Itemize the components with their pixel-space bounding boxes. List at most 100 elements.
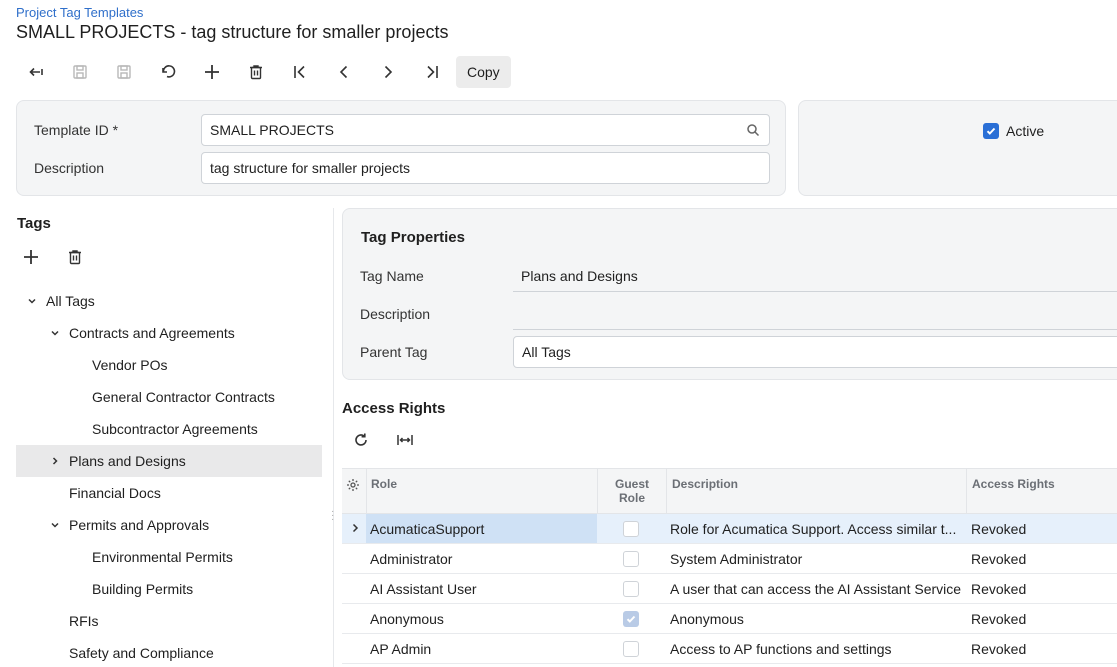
chevron-down-icon[interactable] — [26, 295, 38, 307]
role-cell[interactable]: AI Assistant User — [370, 581, 595, 597]
search-icon[interactable] — [746, 123, 760, 137]
previous-record-button[interactable] — [322, 56, 366, 88]
access-rights-cell[interactable]: Revoked — [971, 521, 1111, 537]
save-button[interactable] — [58, 56, 102, 88]
guest-role-checkbox[interactable] — [623, 611, 639, 627]
main-toolbar: Copy — [14, 56, 511, 88]
undo-button[interactable] — [146, 56, 190, 88]
add-tag-button[interactable] — [22, 246, 66, 268]
tag-properties-title: Tag Properties — [361, 229, 465, 246]
tree-item[interactable]: Environmental Permits — [16, 541, 322, 573]
tree-item[interactable]: Safety and Compliance — [16, 637, 322, 667]
next-record-button[interactable] — [366, 56, 410, 88]
tag-name-field[interactable]: Plans and Designs — [513, 260, 1117, 292]
settings-gear-icon[interactable] — [346, 478, 360, 492]
table-row[interactable]: Anonymous Anonymous Revoked — [342, 604, 1117, 634]
template-id-value: SMALL PROJECTS — [210, 122, 334, 138]
checkmark-icon — [986, 127, 996, 135]
tree-item[interactable]: Contracts and Agreements — [16, 317, 322, 349]
tags-toolbar — [22, 246, 110, 268]
guest-role-checkbox[interactable] — [623, 551, 639, 567]
save-icon — [73, 65, 87, 79]
chevron-down-icon[interactable] — [49, 327, 61, 339]
first-record-button[interactable] — [278, 56, 322, 88]
summary-panel: Template ID * SMALL PROJECTS Description… — [16, 100, 786, 196]
tree-item[interactable]: RFIs — [16, 605, 322, 637]
tree-item-label: RFIs — [69, 613, 99, 629]
next-record-icon — [384, 65, 393, 79]
delete-button[interactable] — [234, 56, 278, 88]
tree-item[interactable]: Financial Docs — [16, 477, 322, 509]
tree-item[interactable]: Building Permits — [16, 573, 322, 605]
last-record-icon — [427, 65, 438, 79]
template-id-label: Template ID * — [34, 122, 119, 138]
delete-tag-button[interactable] — [66, 246, 110, 268]
undo-icon — [162, 65, 176, 78]
guest-role-checkbox[interactable] — [623, 641, 639, 657]
guest-role-checkbox[interactable] — [623, 581, 639, 597]
description-cell[interactable]: A user that can access the AI Assistant … — [670, 581, 962, 597]
column-header-guest-role[interactable]: Guest Role — [608, 477, 656, 505]
description-cell[interactable]: Role for Acumatica Support. Access simil… — [670, 521, 962, 537]
tree-item[interactable]: All Tags — [16, 285, 322, 317]
access-rights-cell[interactable]: Revoked — [971, 581, 1111, 597]
panel-splitter[interactable] — [333, 208, 334, 667]
active-toggle[interactable]: Active — [983, 123, 1044, 139]
role-cell[interactable]: AP Admin — [370, 641, 595, 657]
chevron-down-icon[interactable] — [49, 519, 61, 531]
tree-item[interactable]: Subcontractor Agreements — [16, 413, 322, 445]
role-cell[interactable]: Anonymous — [370, 611, 595, 627]
delete-icon — [250, 65, 262, 80]
parent-tag-label: Parent Tag — [360, 344, 428, 360]
copy-button[interactable]: Copy — [456, 56, 511, 88]
access-rights-cell[interactable]: Revoked — [971, 611, 1111, 627]
splitter-grip-icon[interactable]: · · · — [331, 507, 334, 525]
last-record-button[interactable] — [410, 56, 454, 88]
tree-item-label: All Tags — [46, 293, 95, 309]
guest-role-checkbox[interactable] — [623, 521, 639, 537]
role-cell[interactable]: AcumaticaSupport — [370, 521, 595, 537]
column-header-access-rights[interactable]: Access Rights — [972, 477, 1055, 491]
description-cell[interactable]: Access to AP functions and settings — [670, 641, 962, 657]
checkmark-icon — [626, 615, 636, 623]
description-field[interactable]: tag structure for smaller projects — [201, 152, 770, 184]
refresh-icon — [355, 433, 367, 446]
template-id-field[interactable]: SMALL PROJECTS — [201, 114, 770, 146]
delete-icon — [69, 250, 81, 265]
tag-description-field[interactable] — [513, 298, 1117, 330]
tree-item-label: Permits and Approvals — [69, 517, 210, 533]
back-button[interactable] — [14, 56, 58, 88]
description-cell[interactable]: System Administrator — [670, 551, 962, 567]
add-button[interactable] — [190, 56, 234, 88]
tree-item[interactable]: Plans and Designs — [16, 445, 322, 477]
column-header-description[interactable]: Description — [672, 477, 738, 491]
access-rights-grid: Role Guest Role Description Access Right… — [342, 468, 1117, 664]
role-cell[interactable]: Administrator — [370, 551, 595, 567]
active-checkbox[interactable] — [983, 123, 999, 139]
chevron-right-icon[interactable] — [349, 522, 361, 534]
refresh-button[interactable] — [352, 429, 396, 451]
table-row[interactable]: AI Assistant User A user that can access … — [342, 574, 1117, 604]
page-title: SMALL PROJECTS - tag structure for small… — [16, 22, 449, 42]
table-row[interactable]: Administrator System Administrator Revoked — [342, 544, 1117, 574]
parent-tag-field[interactable]: All Tags — [513, 336, 1117, 368]
tree-item-label: Vendor POs — [92, 357, 168, 373]
chevron-right-icon[interactable] — [49, 455, 61, 467]
tree-item[interactable]: Permits and Approvals — [16, 509, 322, 541]
save-close-button[interactable] — [102, 56, 146, 88]
first-record-icon — [294, 65, 305, 79]
tree-item-label: Plans and Designs — [69, 453, 186, 469]
table-row[interactable]: AP Admin Access to AP functions and setti… — [342, 634, 1117, 664]
breadcrumb[interactable]: Project Tag Templates — [16, 5, 143, 20]
tags-title: Tags — [17, 215, 51, 232]
description-cell[interactable]: Anonymous — [670, 611, 962, 627]
table-row[interactable]: AcumaticaSupport Role for Acumatica Suppo… — [342, 514, 1117, 544]
tree-item[interactable]: General Contractor Contracts — [16, 381, 322, 413]
tree-item[interactable]: Vendor POs — [16, 349, 322, 381]
column-header-role[interactable]: Role — [371, 477, 397, 491]
fit-columns-button[interactable] — [396, 429, 440, 451]
access-rights-cell[interactable]: Revoked — [971, 641, 1111, 657]
add-icon — [24, 250, 38, 264]
access-rights-cell[interactable]: Revoked — [971, 551, 1111, 567]
parent-tag-value: All Tags — [522, 344, 571, 360]
